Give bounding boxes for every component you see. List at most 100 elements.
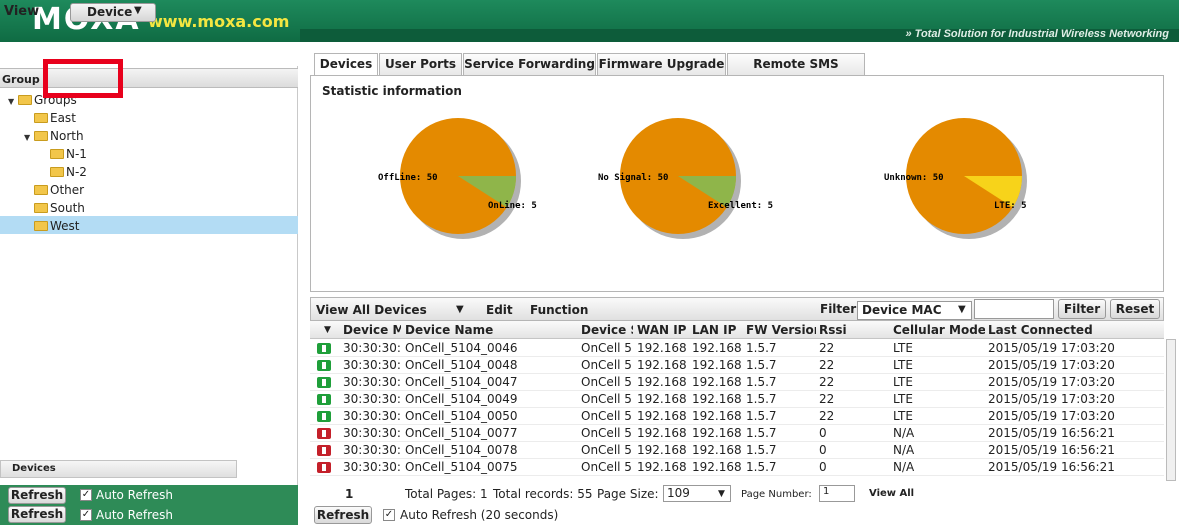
cell-rssi: 22	[819, 375, 835, 389]
cell-lan: 192.168.	[692, 409, 742, 423]
folder-icon	[50, 149, 64, 159]
refresh-button-1[interactable]: Refresh	[8, 487, 66, 504]
cell-name: OnCell_5104_0046	[405, 341, 518, 355]
tree-item-n-2[interactable]: N-2	[40, 163, 87, 181]
cell-mac: 30:30:30:30	[343, 426, 401, 440]
tree-item-other[interactable]: Other	[24, 181, 84, 199]
cell-wan: 192.168.	[637, 358, 687, 372]
filter-button[interactable]: Filter	[1058, 299, 1106, 319]
cell-last: 2015/05/19 17:03:20	[988, 375, 1115, 389]
cell-mac: 30:30:30:30	[343, 409, 401, 423]
cell-rssi: 22	[819, 358, 835, 372]
cell-mac: 30:30:30:30	[343, 443, 401, 457]
cell-series: OnCell 5104	[581, 341, 633, 355]
column-last-connected[interactable]: Last Connected	[988, 323, 1158, 337]
cell-fw: 1.5.7	[746, 392, 777, 406]
view-all-devices-select[interactable]: View All Devices	[316, 303, 427, 317]
cell-series: OnCell 5104	[581, 443, 633, 457]
column-lan-ip[interactable]: LAN IP	[692, 323, 742, 337]
chevron-down-icon[interactable]: ▼	[958, 304, 966, 315]
pie-label-small: Excellent: 5	[708, 201, 773, 211]
tab-service-forwarding[interactable]: Service Forwarding	[463, 53, 596, 75]
logo-url: www.moxa.com	[148, 12, 290, 31]
cell-mode: LTE	[893, 341, 913, 355]
cell-series: OnCell 5104	[581, 426, 633, 440]
auto-refresh-checkbox[interactable]: ✓	[383, 509, 395, 521]
column-cellular-mode[interactable]: Cellular Mode	[893, 323, 985, 337]
filter-field-select[interactable]: Device MAC	[857, 301, 972, 320]
view-label: View	[4, 4, 40, 19]
folder-icon	[34, 221, 48, 231]
cell-name: OnCell_5104_0075	[405, 460, 518, 474]
cell-last: 2015/05/19 16:56:21	[988, 460, 1115, 474]
column-rssi[interactable]: Rssi	[819, 323, 859, 337]
refresh-button-2[interactable]: Refresh	[8, 506, 66, 523]
page-number-input[interactable]: 1	[819, 485, 855, 502]
view-all-link[interactable]: View All	[869, 488, 914, 499]
column-device-name[interactable]: Device Name	[405, 323, 575, 337]
cell-fw: 1.5.7	[746, 409, 777, 423]
cell-mode: LTE	[893, 358, 913, 372]
auto-refresh-checkbox-1[interactable]: ✓	[80, 489, 92, 501]
auto-refresh-label-1: Auto Refresh	[96, 488, 173, 502]
folder-icon	[34, 203, 48, 213]
expand-icon[interactable]: ▼	[8, 93, 18, 111]
cell-rssi: 0	[819, 460, 827, 474]
cell-name: OnCell_5104_0078	[405, 443, 518, 457]
cell-rssi: 22	[819, 341, 835, 355]
chevron-down-icon[interactable]: ▼	[456, 304, 464, 315]
tree-item-north[interactable]: ▼ North	[24, 127, 84, 145]
tab-user-ports[interactable]: User Ports	[379, 53, 462, 75]
tree-item-east[interactable]: East	[24, 109, 76, 127]
filter-input[interactable]	[974, 299, 1054, 319]
device-offline-icon	[317, 445, 331, 456]
refresh-button[interactable]: Refresh	[314, 506, 372, 524]
cell-last: 2015/05/19 17:03:20	[988, 341, 1115, 355]
tree-item-label: N-2	[66, 165, 87, 179]
table-scrollbar[interactable]	[1166, 339, 1176, 481]
auto-refresh-checkbox-2[interactable]: ✓	[80, 509, 92, 521]
tab-firmware-upgrade[interactable]: Firmware Upgrade	[597, 53, 726, 75]
cell-rssi: 0	[819, 443, 827, 457]
chevron-down-icon[interactable]: ▼	[134, 5, 142, 16]
cell-series: OnCell 5104	[581, 409, 633, 423]
tree-item-label: N-1	[66, 147, 87, 161]
tree-item-n-1[interactable]: N-1	[40, 145, 87, 163]
highlight-box	[43, 59, 123, 98]
current-page[interactable]: 1	[345, 487, 353, 501]
cell-name: OnCell_5104_0047	[405, 375, 518, 389]
expand-icon[interactable]: ▼	[24, 129, 34, 147]
cell-fw: 1.5.7	[746, 358, 777, 372]
column-fw-version[interactable]: FW Version	[746, 323, 816, 337]
column-device-mac[interactable]: Device MAC	[343, 323, 401, 337]
group-label: Group	[2, 73, 40, 86]
cell-fw: 1.5.7	[746, 443, 777, 457]
view-select[interactable]: Device	[70, 3, 156, 22]
function-menu[interactable]: Function	[530, 303, 588, 317]
tree-item-label: East	[50, 111, 76, 125]
cell-lan: 192.168.	[692, 341, 742, 355]
cell-name: OnCell_5104_0050	[405, 409, 518, 423]
cell-series: OnCell 5104	[581, 375, 633, 389]
edit-menu[interactable]: Edit	[486, 303, 513, 317]
tab-remote-sms-control[interactable]: Remote SMS Control	[727, 53, 865, 91]
cell-lan: 192.168.	[692, 375, 742, 389]
sort-menu-icon[interactable]: ▼	[324, 325, 331, 335]
device-offline-icon	[317, 462, 331, 473]
reset-button[interactable]: Reset	[1110, 299, 1160, 319]
cell-fw: 1.5.7	[746, 341, 777, 355]
device-online-icon	[317, 394, 331, 405]
cell-last: 2015/05/19 17:03:20	[988, 409, 1115, 423]
pie-label-small: LTE: 5	[994, 201, 1027, 211]
tree-item-south[interactable]: South	[24, 199, 85, 217]
statistics-pie-charts: OffLine: 50 OnLine: 5 No Signal: 50 Excelle…	[378, 118, 1027, 239]
pie-label-big: No Signal: 50	[598, 172, 668, 183]
column-device-series[interactable]: Device S	[581, 323, 633, 337]
column-wan-ip[interactable]: WAN IP	[637, 323, 687, 337]
chevron-down-icon[interactable]: ▼	[718, 489, 725, 499]
cell-mac: 30:30:30:30	[343, 375, 401, 389]
total-pages: Total Pages: 1	[405, 487, 488, 501]
tree-item-label: West	[50, 219, 80, 233]
tree-item-west[interactable]: West	[24, 217, 80, 235]
tab-devices[interactable]: Devices	[314, 53, 378, 76]
